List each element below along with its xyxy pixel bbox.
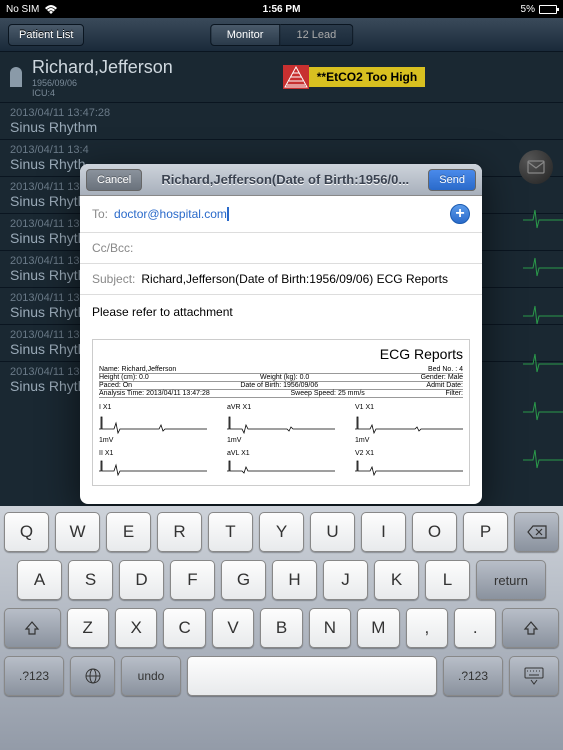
key-i[interactable]: I (361, 512, 406, 552)
clock: 1:56 PM (263, 4, 301, 15)
key-o[interactable]: O (412, 512, 457, 552)
modal-title: Richard,Jefferson(Date of Birth:1956/0..… (142, 172, 428, 187)
key-c[interactable]: C (163, 608, 205, 648)
list-item[interactable]: 2013/04/11 13:47:28Sinus Rhythm (0, 102, 563, 139)
subject-field[interactable]: Subject: Richard,Jefferson(Date of Birth… (80, 264, 482, 295)
cancel-button[interactable]: Cancel (86, 169, 142, 191)
patient-list-button[interactable]: Patient List (8, 24, 84, 46)
ecg-traces-background (523, 200, 563, 480)
to-label: To: (92, 207, 108, 221)
key-g[interactable]: G (221, 560, 266, 600)
key-e[interactable]: E (106, 512, 151, 552)
alert-text: **EtCO2 Too High (309, 67, 425, 87)
key-l[interactable]: L (425, 560, 470, 600)
shift-icon (523, 620, 539, 636)
key-backspace[interactable] (514, 512, 559, 552)
send-button[interactable]: Send (428, 169, 476, 191)
nav-bar: Patient List Monitor 12 Lead (0, 18, 563, 52)
to-field[interactable]: To: doctor@hospital.com + (80, 196, 482, 233)
key-n[interactable]: N (309, 608, 351, 648)
person-icon (10, 67, 22, 87)
key-k[interactable]: K (374, 560, 419, 600)
compose-email-modal: Cancel Richard,Jefferson(Date of Birth:1… (80, 164, 482, 504)
wifi-icon (45, 5, 57, 14)
segment-monitor[interactable]: Monitor (210, 24, 281, 46)
key-shift[interactable] (4, 608, 61, 648)
key-h[interactable]: H (272, 560, 317, 600)
status-bar: No SIM 1:56 PM 5% (0, 0, 563, 18)
email-body[interactable]: Please refer to attachment (80, 295, 482, 329)
battery-icon (539, 5, 557, 14)
key-p[interactable]: P (463, 512, 508, 552)
alert-banner: **EtCO2 Too High (283, 65, 425, 89)
key-period[interactable]: . (454, 608, 496, 648)
key-comma[interactable]: , (406, 608, 448, 648)
subject-label: Subject: (92, 272, 135, 286)
key-d[interactable]: D (119, 560, 164, 600)
key-w[interactable]: W (55, 512, 100, 552)
key-numbers-right[interactable]: .?123 (443, 656, 503, 696)
alert-icon (283, 65, 309, 89)
key-b[interactable]: B (260, 608, 302, 648)
key-y[interactable]: Y (259, 512, 304, 552)
backspace-icon (527, 525, 547, 539)
key-m[interactable]: M (357, 608, 399, 648)
subject-value: Richard,Jefferson(Date of Birth:1956/09/… (141, 272, 448, 286)
carrier-label: No SIM (6, 4, 39, 15)
patient-dob: 1956/09/06 (32, 78, 173, 88)
shift-icon (24, 620, 40, 636)
cc-label: Cc/Bcc: (92, 241, 133, 255)
key-numbers[interactable]: .?123 (4, 656, 64, 696)
modal-header: Cancel Richard,Jefferson(Date of Birth:1… (80, 164, 482, 196)
key-return[interactable]: return (476, 560, 546, 600)
key-x[interactable]: X (115, 608, 157, 648)
segment-12lead[interactable]: 12 Lead (280, 24, 353, 46)
view-segment: Monitor 12 Lead (210, 24, 353, 46)
key-f[interactable]: F (170, 560, 215, 600)
key-globe[interactable] (70, 656, 115, 696)
patient-location: ICU:4 (32, 88, 173, 98)
patient-name: Richard,Jefferson (32, 57, 173, 78)
globe-icon (84, 667, 102, 685)
key-undo[interactable]: undo (121, 656, 181, 696)
mail-button[interactable] (519, 150, 553, 184)
key-z[interactable]: Z (67, 608, 109, 648)
key-space[interactable] (187, 656, 437, 696)
key-s[interactable]: S (68, 560, 113, 600)
battery-percent: 5% (521, 4, 535, 15)
key-a[interactable]: A (17, 560, 62, 600)
key-hide-keyboard[interactable] (509, 656, 559, 696)
hide-keyboard-icon (523, 667, 545, 685)
key-v[interactable]: V (212, 608, 254, 648)
envelope-icon (527, 160, 545, 174)
key-r[interactable]: R (157, 512, 202, 552)
add-recipient-button[interactable]: + (450, 204, 470, 224)
cc-bcc-field[interactable]: Cc/Bcc: (80, 233, 482, 264)
key-j[interactable]: J (323, 560, 368, 600)
ecg-attachment: ECG Reports Name: Richard,JeffersonBed N… (92, 339, 470, 486)
patient-header: Richard,Jefferson 1956/09/06 ICU:4 **EtC… (0, 52, 563, 102)
key-u[interactable]: U (310, 512, 355, 552)
key-t[interactable]: T (208, 512, 253, 552)
keyboard: Q W E R T Y U I O P A S D F G H J K L re… (0, 506, 563, 750)
attachment-title: ECG Reports (99, 346, 463, 362)
key-q[interactable]: Q (4, 512, 49, 552)
to-value: doctor@hospital.com (114, 207, 227, 221)
key-shift-right[interactable] (502, 608, 559, 648)
